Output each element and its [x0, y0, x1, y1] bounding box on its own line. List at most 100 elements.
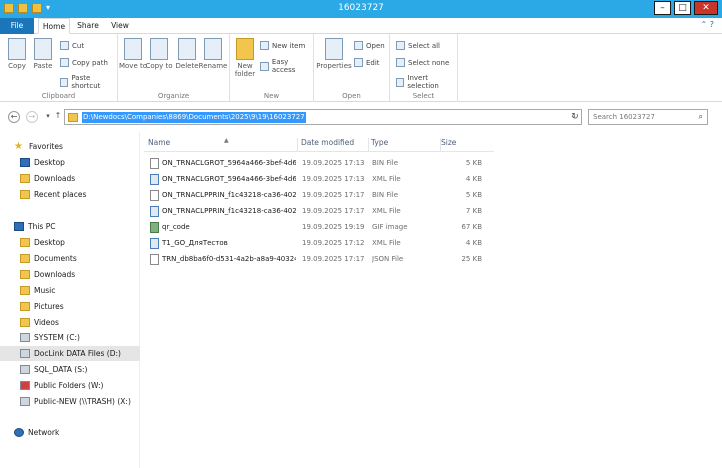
properties-icon [325, 38, 343, 60]
nav-pc-videos[interactable]: Videos [20, 315, 160, 330]
new-folder-button[interactable]: New folder [230, 38, 260, 78]
nav-fav-downloads[interactable]: Downloads [20, 171, 160, 186]
minimize-button[interactable]: – [654, 1, 671, 15]
new-item-button[interactable]: New item [260, 41, 305, 50]
table-row[interactable]: TRN_db8ba6f0-d531-4a2b-a8a9-403241fe... … [144, 251, 494, 267]
address-path[interactable]: D:\Newdocs\Companies\8869\Documents\2025… [82, 112, 306, 123]
move-to-icon [124, 38, 142, 60]
select-all-icon [396, 41, 405, 50]
nav-pc-desktop[interactable]: Desktop [20, 235, 160, 250]
file-name: TRN_db8ba6f0-d531-4a2b-a8a9-403241fe... [162, 255, 296, 263]
rename-button[interactable]: Rename [198, 38, 228, 70]
file-date: 19.09.2025 17:17 [302, 255, 365, 263]
tab-home[interactable]: Home [38, 18, 70, 34]
file-name: ON_TRNACLPPRIN_f1c43218-ca36-4023-... [162, 191, 296, 199]
table-row[interactable]: ON_TRNACLGROT_5964a466-3bef-4d67-... 19.… [144, 155, 494, 171]
copy-icon [8, 38, 26, 60]
navigation-pane: ★ Favorites Desktop Downloads Recent plac… [0, 132, 140, 468]
column-name[interactable]: Name ▲ [148, 137, 298, 152]
table-row[interactable]: ON_TRNACLPPRIN_f1c43218-ca36-4023-... 19… [144, 187, 494, 203]
file-size: 4 KB [465, 175, 482, 183]
drive-icon [20, 333, 30, 342]
file-date: 19.09.2025 17:13 [302, 175, 365, 183]
new-item-icon [260, 41, 269, 50]
paste-button[interactable]: Paste [28, 38, 58, 70]
select-all-button[interactable]: Select all [396, 41, 440, 50]
file-size: 4 KB [465, 239, 482, 247]
up-arrow-icon[interactable]: ↑ [52, 111, 64, 123]
folder-icon [68, 113, 78, 122]
nav-drive-x[interactable]: Public-NEW (\\TRASH) (X:) [20, 394, 160, 409]
nav-pc-pictures[interactable]: Pictures [20, 299, 160, 314]
tab-share[interactable]: Share [74, 18, 102, 34]
nav-drive-s[interactable]: SQL_DATA (S:) [20, 362, 160, 377]
cut-button[interactable]: Cut [60, 41, 84, 50]
invert-selection-button[interactable]: Invert selection [396, 74, 457, 90]
file-type: XML File [372, 239, 401, 247]
nav-favorites[interactable]: ★ Favorites [14, 139, 154, 154]
file-type: XML File [372, 207, 401, 215]
drive-icon [20, 365, 30, 374]
nav-pc-downloads[interactable]: Downloads [20, 267, 160, 282]
open-group: Properties Open Edit Open [314, 34, 390, 102]
copy-to-button[interactable]: Copy to [144, 38, 174, 70]
paste-shortcut-icon [60, 77, 69, 87]
videos-icon [20, 318, 30, 327]
tab-view[interactable]: View [106, 18, 134, 34]
xml-file-icon [150, 174, 159, 185]
nav-drive-c[interactable]: SYSTEM (C:) [20, 330, 160, 345]
ribbon: Copy Paste Cut Copy path Paste shortcut … [0, 34, 722, 102]
column-type[interactable]: Type [371, 138, 441, 152]
window-title: 16023727 [338, 3, 384, 13]
address-input[interactable]: D:\Newdocs\Companies\8869\Documents\2025… [64, 109, 582, 125]
search-input[interactable]: Search 16023727 ⌕ [588, 109, 708, 125]
organize-label: Organize [157, 92, 190, 100]
forward-button[interactable]: → [26, 111, 38, 123]
file-name: ON_TRNACLPPRIN_f1c43218-ca36-4023-... [162, 207, 296, 215]
nav-pc-documents[interactable]: Documents [20, 251, 160, 266]
file-size: 7 KB [465, 207, 482, 215]
folder-icon [20, 254, 30, 263]
properties-button[interactable]: Properties [316, 38, 352, 70]
copy-path-button[interactable]: Copy path [60, 58, 108, 67]
new-label: New [263, 92, 280, 100]
edit-icon [354, 58, 363, 67]
easy-access-icon [260, 61, 269, 71]
paste-icon [34, 38, 52, 60]
file-date: 19.09.2025 17:17 [302, 207, 365, 215]
nav-fav-recent-places[interactable]: Recent places [20, 187, 160, 202]
close-button[interactable]: ✕ [694, 1, 718, 15]
nav-drive-w[interactable]: Public Folders (W:) [20, 378, 160, 393]
gif-image-icon [150, 222, 159, 233]
back-button[interactable]: ← [8, 111, 20, 123]
select-none-button[interactable]: Select none [396, 58, 449, 67]
table-row[interactable]: ON_TRNACLGROT_5964a466-3bef-4d67-... 19.… [144, 171, 494, 187]
nav-fav-desktop[interactable]: Desktop [20, 155, 160, 170]
refresh-button[interactable]: ↻ [568, 109, 582, 125]
nav-drive-d[interactable]: DocLink DATA Files (D:) [0, 346, 140, 361]
column-date-modified[interactable]: Date modified [301, 138, 369, 152]
column-header-row: Name ▲ Date modified Type Size [144, 132, 494, 152]
rename-icon [204, 38, 222, 60]
tab-file[interactable]: File [0, 18, 34, 34]
search-icon[interactable]: ⌕ [699, 110, 703, 124]
table-row[interactable]: qr_code 19.09.2025 19:19 GIF image 67 KB [144, 219, 494, 235]
easy-access-button[interactable]: Easy access [260, 58, 313, 74]
table-row[interactable]: T1_GO_ДляТестов 19.09.2025 17:12 XML Fil… [144, 235, 494, 251]
file-name: ON_TRNACLGROT_5964a466-3bef-4d67-... [162, 175, 296, 183]
file-date: 19.09.2025 17:17 [302, 191, 365, 199]
desktop-icon [20, 158, 30, 167]
open-button[interactable]: Open [354, 41, 385, 50]
maximize-button[interactable]: □ [674, 1, 691, 15]
nav-network[interactable]: Network [14, 425, 154, 440]
edit-button[interactable]: Edit [354, 58, 380, 67]
collapse-ribbon-icon[interactable]: ⌃ ? [701, 20, 715, 29]
paste-shortcut-button[interactable]: Paste shortcut [60, 74, 117, 90]
nav-this-pc[interactable]: This PC [14, 219, 154, 234]
file-size: 67 KB [461, 223, 482, 231]
column-size[interactable]: Size [441, 138, 484, 152]
table-row[interactable]: ON_TRNACLPPRIN_f1c43218-ca36-4023-... 19… [144, 203, 494, 219]
folder-icon [20, 238, 30, 247]
computer-icon [14, 222, 24, 231]
nav-pc-music[interactable]: Music [20, 283, 160, 298]
